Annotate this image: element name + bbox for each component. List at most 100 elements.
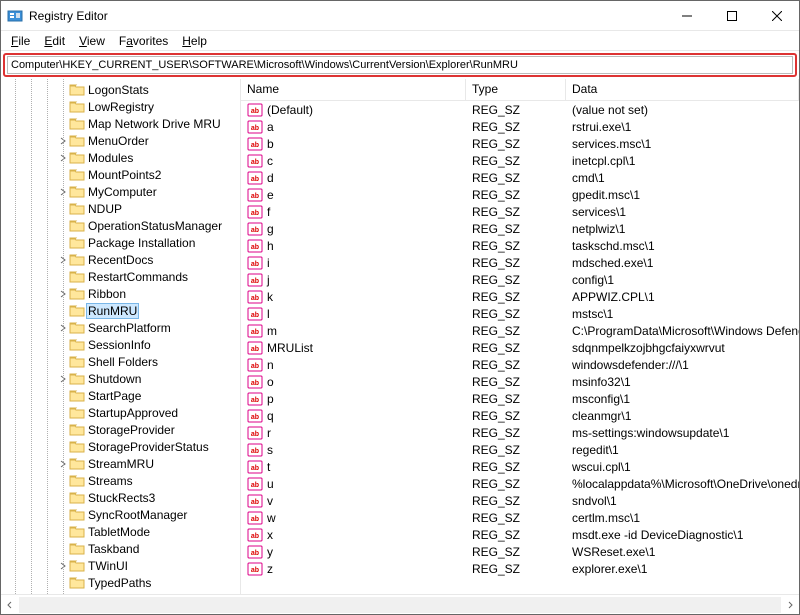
chevron-right-icon <box>57 203 69 215</box>
value-row[interactable]: abjREG_SZconfig\1 <box>241 271 799 288</box>
value-row[interactable]: abvREG_SZsndvol\1 <box>241 492 799 509</box>
tree-item[interactable]: Ribbon <box>1 285 240 302</box>
minimize-button[interactable] <box>664 1 709 30</box>
value-row[interactable]: abhREG_SZtaskschd.msc\1 <box>241 237 799 254</box>
value-row[interactable]: abnREG_SZwindowsdefender:///\1 <box>241 356 799 373</box>
tree-item[interactable]: Shell Folders <box>1 353 240 370</box>
chevron-right-icon <box>57 220 69 232</box>
close-button[interactable] <box>754 1 799 30</box>
chevron-right-icon[interactable] <box>57 186 69 198</box>
tree-item[interactable]: Modules <box>1 149 240 166</box>
value-row[interactable]: abtREG_SZwscui.cpl\1 <box>241 458 799 475</box>
tree-item[interactable]: StuckRects3 <box>1 489 240 506</box>
value-row[interactable]: abmREG_SZC:\ProgramData\Microsoft\Window… <box>241 322 799 339</box>
header-name[interactable]: Name <box>241 79 466 100</box>
value-row[interactable]: ablREG_SZmstsc\1 <box>241 305 799 322</box>
window-title: Registry Editor <box>29 9 664 23</box>
tree-item[interactable]: OperationStatusManager <box>1 217 240 234</box>
tree-item[interactable]: Package Installation <box>1 234 240 251</box>
menu-file[interactable]: File <box>5 33 36 49</box>
tree-item[interactable]: StorageProvider <box>1 421 240 438</box>
menu-edit[interactable]: Edit <box>38 33 71 49</box>
tree-item[interactable]: SessionInfo <box>1 336 240 353</box>
value-row[interactable]: abrREG_SZms-settings:windowsupdate\1 <box>241 424 799 441</box>
chevron-right-icon[interactable] <box>57 288 69 300</box>
tree-item[interactable]: LogonStats <box>1 81 240 98</box>
menu-favorites[interactable]: Favorites <box>113 33 174 49</box>
tree-item[interactable]: StreamMRU <box>1 455 240 472</box>
scroll-right-icon[interactable] <box>781 601 799 609</box>
value-row[interactable]: absREG_SZregedit\1 <box>241 441 799 458</box>
chevron-right-icon[interactable] <box>57 254 69 266</box>
tree-panel[interactable]: LogonStatsLowRegistryMap Network Drive M… <box>1 79 241 594</box>
tree-item[interactable]: SyncRootManager <box>1 506 240 523</box>
value-row[interactable]: abeREG_SZgpedit.msc\1 <box>241 186 799 203</box>
tree-item[interactable]: Taskband <box>1 540 240 557</box>
scroll-track[interactable] <box>19 597 781 613</box>
value-row[interactable]: abgREG_SZnetplwiz\1 <box>241 220 799 237</box>
address-input[interactable] <box>7 56 793 74</box>
tree-item[interactable]: MountPoints2 <box>1 166 240 183</box>
svg-text:ab: ab <box>251 244 259 251</box>
value-row[interactable]: abdREG_SZcmd\1 <box>241 169 799 186</box>
value-row[interactable]: abpREG_SZmsconfig\1 <box>241 390 799 407</box>
menu-view[interactable]: View <box>73 33 111 49</box>
value-row[interactable]: ab(Default)REG_SZ(value not set) <box>241 101 799 118</box>
tree-item[interactable]: StorageProviderStatus <box>1 438 240 455</box>
tree-item-label: StorageProvider <box>87 423 176 437</box>
svg-text:ab: ab <box>251 465 259 472</box>
header-type[interactable]: Type <box>466 79 566 100</box>
tree-item[interactable]: SearchPlatform <box>1 319 240 336</box>
value-row[interactable]: abaREG_SZrstrui.exe\1 <box>241 118 799 135</box>
value-row[interactable]: abkREG_SZAPPWIZ.CPL\1 <box>241 288 799 305</box>
value-row[interactable]: abwREG_SZcertlm.msc\1 <box>241 509 799 526</box>
chevron-right-icon[interactable] <box>57 560 69 572</box>
tree-item[interactable]: RecentDocs <box>1 251 240 268</box>
scroll-left-icon[interactable] <box>1 601 19 609</box>
chevron-right-icon[interactable] <box>57 152 69 164</box>
tree-item[interactable]: Streams <box>1 472 240 489</box>
list-header: Name Type Data <box>241 79 799 101</box>
titlebar[interactable]: Registry Editor <box>1 1 799 31</box>
tree-item-label: Shutdown <box>87 372 142 386</box>
value-row[interactable]: abfREG_SZservices\1 <box>241 203 799 220</box>
tree-item[interactable]: TWinUI <box>1 557 240 574</box>
value-name: d <box>267 171 274 185</box>
tree-item[interactable]: StartPage <box>1 387 240 404</box>
tree-item-label: SearchPlatform <box>87 321 172 335</box>
header-data[interactable]: Data <box>566 79 799 100</box>
tree-item[interactable]: StartupApproved <box>1 404 240 421</box>
value-row[interactable]: abiREG_SZmdsched.exe\1 <box>241 254 799 271</box>
chevron-right-icon[interactable] <box>57 373 69 385</box>
value-row[interactable]: abxREG_SZmsdt.exe -id DeviceDiagnostic\1 <box>241 526 799 543</box>
value-row[interactable]: abcREG_SZinetcpl.cpl\1 <box>241 152 799 169</box>
tree-item[interactable]: MyComputer <box>1 183 240 200</box>
value-row[interactable]: abbREG_SZservices.msc\1 <box>241 135 799 152</box>
value-list[interactable]: Name Type Data ab(Default)REG_SZ(value n… <box>241 79 799 594</box>
string-value-icon: ab <box>247 272 263 288</box>
chevron-right-icon[interactable] <box>57 135 69 147</box>
horizontal-scrollbar[interactable] <box>1 594 799 614</box>
menu-help[interactable]: Help <box>176 33 213 49</box>
tree-item[interactable]: TabletMode <box>1 523 240 540</box>
chevron-right-icon[interactable] <box>57 458 69 470</box>
svg-text:ab: ab <box>251 346 259 353</box>
tree-item[interactable]: RunMRU <box>1 302 240 319</box>
value-row[interactable]: aboREG_SZmsinfo32\1 <box>241 373 799 390</box>
value-row[interactable]: abqREG_SZcleanmgr\1 <box>241 407 799 424</box>
tree-item[interactable]: NDUP <box>1 200 240 217</box>
value-row[interactable]: abuREG_SZ%localappdata%\Microsoft\OneDri… <box>241 475 799 492</box>
maximize-button[interactable] <box>709 1 754 30</box>
value-row[interactable]: abMRUListREG_SZsdqnmpelkzojbhgcfaiyxwrvu… <box>241 339 799 356</box>
tree-item[interactable]: TypedPaths <box>1 574 240 591</box>
tree-item[interactable]: Map Network Drive MRU <box>1 115 240 132</box>
tree-item[interactable]: User Shell Folders <box>1 591 240 594</box>
tree-item[interactable]: Shutdown <box>1 370 240 387</box>
value-row[interactable]: abzREG_SZexplorer.exe\1 <box>241 560 799 577</box>
tree-item[interactable]: MenuOrder <box>1 132 240 149</box>
tree-item[interactable]: LowRegistry <box>1 98 240 115</box>
chevron-right-icon[interactable] <box>57 322 69 334</box>
tree-item[interactable]: RestartCommands <box>1 268 240 285</box>
value-row[interactable]: abyREG_SZWSReset.exe\1 <box>241 543 799 560</box>
value-type: REG_SZ <box>466 324 566 338</box>
